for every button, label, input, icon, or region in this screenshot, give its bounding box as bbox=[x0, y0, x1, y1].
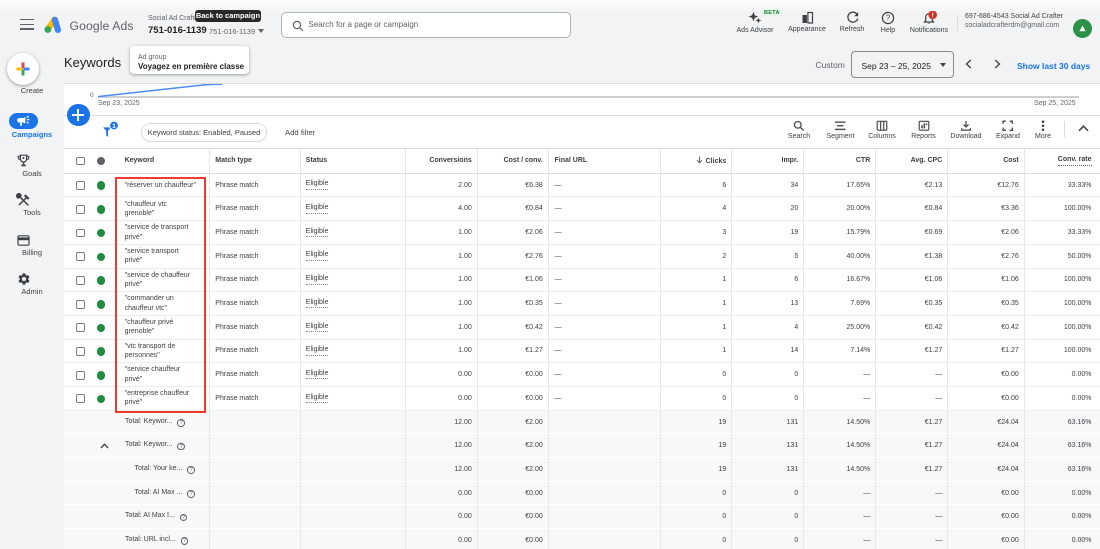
svg-text:1: 1 bbox=[112, 123, 116, 130]
svg-text:?: ? bbox=[886, 14, 891, 23]
svg-text:!: ! bbox=[931, 12, 933, 19]
